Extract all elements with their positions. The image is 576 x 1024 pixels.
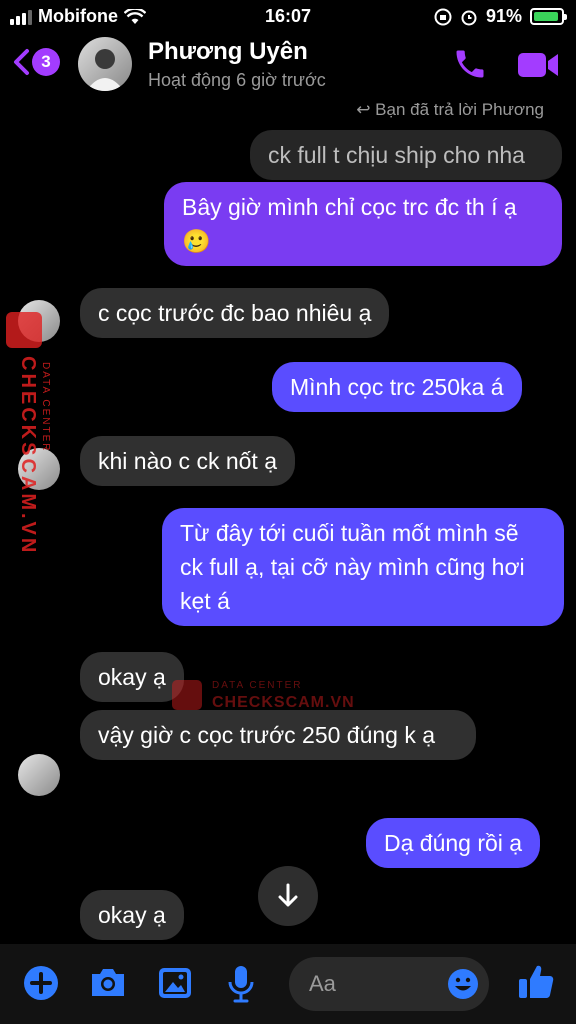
- active-status: Hoạt động 6 giờ trước: [148, 70, 326, 90]
- video-call-icon[interactable]: [516, 50, 560, 80]
- status-bar: Mobifone 16:07 91%: [0, 0, 576, 32]
- incoming-message[interactable]: khi nào c ck nốt ạ: [80, 436, 295, 486]
- plus-circle-icon[interactable]: [22, 964, 60, 1002]
- composer-bar: [0, 944, 576, 1024]
- message-input[interactable]: [309, 957, 439, 1011]
- message-list[interactable]: ↩ Bạn đã trả lời Phương ck full t chịu s…: [0, 98, 576, 944]
- incoming-message[interactable]: okay ạ: [80, 652, 184, 702]
- alarm-icon: [461, 10, 477, 25]
- reply-note-text: Bạn đã trả lời Phương: [375, 100, 544, 119]
- gallery-icon[interactable]: [156, 964, 194, 1002]
- orientation-lock-icon: [434, 8, 452, 25]
- reply-arrow-icon: ↩: [356, 100, 376, 119]
- watermark-center: DATA CENTER CHECKSCAM.VN: [172, 676, 372, 716]
- replied-message[interactable]: ck full t chịu ship cho nha: [250, 130, 562, 180]
- emoji-icon[interactable]: [447, 968, 479, 1000]
- arrow-down-icon: [278, 883, 298, 907]
- incoming-message[interactable]: vậy giờ c cọc trước 250 đúng k ạ: [80, 710, 476, 760]
- watermark-caption: DATA CENTER: [212, 680, 303, 691]
- watermark-brand: CHECKSCAM.VN: [17, 356, 39, 556]
- incoming-message[interactable]: c cọc trước đc bao nhiêu ạ: [80, 288, 390, 338]
- contact-avatar-small: [18, 754, 60, 796]
- back-button[interactable]: 3: [12, 48, 60, 76]
- chat-header: 3 Phương Uyên Hoạt động 6 giờ trước: [0, 32, 576, 98]
- outgoing-message[interactable]: Dạ đúng rồi ạ: [366, 818, 541, 868]
- watermark-brand: CHECKSCAM.VN: [212, 694, 355, 711]
- outgoing-message[interactable]: Từ đây tới cuối tuần mốt mình sẽ ck full…: [162, 508, 564, 626]
- contact-avatar[interactable]: [78, 37, 132, 91]
- contact-name[interactable]: Phương Uyên: [148, 38, 308, 66]
- watermark-caption: DATA CENTER: [40, 362, 51, 453]
- microphone-icon[interactable]: [226, 964, 256, 1004]
- battery-icon: [530, 8, 567, 25]
- chevron-left-icon: [14, 49, 29, 75]
- thumbs-up-icon[interactable]: [516, 962, 556, 1002]
- camera-icon[interactable]: [88, 964, 128, 1002]
- watermark-lock-icon: [6, 312, 42, 348]
- status-right: 91%: [434, 6, 567, 27]
- watermark-lock-icon: [172, 680, 202, 710]
- outgoing-message[interactable]: Mình cọc trc 250ka á: [272, 362, 522, 412]
- scroll-to-bottom-button[interactable]: [258, 866, 318, 926]
- watermark-side: CHECKSCAM.VN DATA CENTER: [6, 312, 51, 562]
- unread-badge: 3: [32, 48, 60, 76]
- battery-percent: 91%: [485, 6, 522, 26]
- outgoing-message[interactable]: Bây giờ mình chỉ cọc trc đc th í ạ🥲: [164, 182, 562, 266]
- phone-icon[interactable]: [452, 46, 488, 82]
- incoming-message[interactable]: okay ạ: [80, 890, 184, 940]
- message-composer[interactable]: [289, 957, 489, 1011]
- reply-indicator: ↩ Bạn đã trả lời Phương: [356, 100, 544, 120]
